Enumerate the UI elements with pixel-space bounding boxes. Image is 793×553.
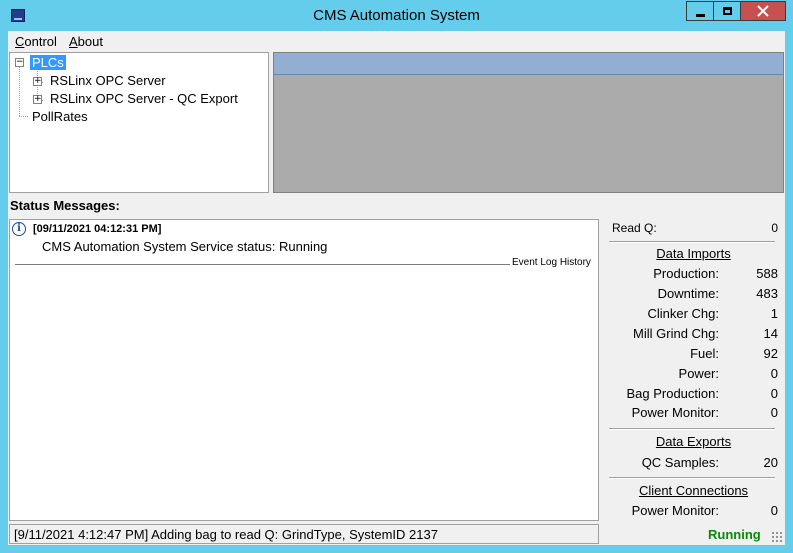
data-imports-heading: Data Imports	[656, 246, 731, 261]
tree-node-rslinx-opc[interactable]: + RSLinx OPC Server	[10, 73, 268, 90]
tree-node-rslinx-qc-export[interactable]: + RSLinx OPC Server - QC Export	[10, 91, 268, 108]
stat-label: Power Monitor:	[631, 405, 719, 420]
stat-label: Production:	[653, 266, 719, 281]
data-exports-heading: Data Exports	[655, 434, 732, 449]
stat-row-client-power-monitor: Power Monitor: 0	[606, 503, 781, 520]
status-bar: [9/11/2021 4:12:47 PM] Adding bag to rea…	[8, 523, 785, 545]
menu-control-label: ontrol	[24, 34, 57, 49]
stat-row-downtime: Downtime: 483	[606, 286, 781, 303]
close-button[interactable]	[740, 1, 786, 21]
maximize-button[interactable]	[713, 1, 741, 21]
stat-value: 0	[770, 386, 778, 401]
stat-label: Bag Production:	[626, 386, 719, 401]
status-messages-list[interactable]: i [09/11/2021 04:12:31 PM] CMS Automatio…	[9, 219, 599, 521]
title-bar[interactable]: CMS Automation System	[0, 0, 793, 32]
stat-label: Fuel:	[690, 346, 719, 361]
menu-control[interactable]: Control	[15, 34, 57, 49]
stat-row-power-monitor: Power Monitor: 0	[606, 405, 781, 422]
stat-label: QC Samples:	[641, 455, 719, 470]
close-icon	[757, 5, 769, 17]
info-icon: i	[12, 222, 26, 236]
stat-row-clinker-chg: Clinker Chg: 1	[606, 306, 781, 323]
app-window: CMS Automation System Control About − PL…	[0, 0, 793, 553]
event-log-history-label: Event Log History	[512, 257, 591, 268]
menu-about[interactable]: About	[69, 34, 103, 49]
client-area: Control About − PLCs + RSLinx OPC Server…	[8, 31, 785, 545]
stat-value: 483	[756, 286, 778, 301]
status-messages-heading: Status Messages:	[10, 198, 120, 213]
tree-node-pollrates[interactable]: PollRates	[10, 109, 268, 126]
stat-value: 0	[770, 503, 778, 518]
detail-panel-header	[274, 53, 783, 75]
stat-label: Downtime:	[657, 286, 719, 301]
minimize-button[interactable]	[686, 1, 714, 21]
detail-panel	[273, 52, 784, 193]
divider	[609, 477, 775, 479]
menu-about-label: bout	[77, 34, 103, 49]
stat-row-bag-production: Bag Production: 0	[606, 386, 781, 403]
tree-node-label[interactable]: PLCs	[30, 55, 66, 70]
stat-value: 1	[770, 306, 778, 321]
menu-bar: Control About	[8, 31, 785, 51]
service-state-label: Running	[708, 527, 761, 542]
client-connections-heading: Client Connections	[638, 483, 749, 498]
tree-node-plcs[interactable]: − PLCs	[10, 55, 268, 72]
read-q-label: Read Q:	[612, 221, 657, 235]
message-text: CMS Automation System Service status: Ru…	[42, 239, 328, 254]
divider	[609, 241, 775, 243]
stat-label: Power Monitor:	[631, 503, 719, 518]
stat-label: Clinker Chg:	[647, 306, 719, 321]
read-q-row: Read Q: 0	[606, 221, 781, 238]
stat-row-fuel: Fuel: 92	[606, 346, 781, 363]
window-title: CMS Automation System	[313, 7, 480, 24]
tree-node-label[interactable]: RSLinx OPC Server	[48, 73, 168, 88]
stat-row-production: Production: 588	[606, 266, 781, 283]
divider	[609, 428, 775, 430]
stat-value: 588	[756, 266, 778, 281]
stat-value: 20	[763, 455, 778, 470]
expand-icon[interactable]: +	[33, 95, 42, 104]
status-bar-message: [9/11/2021 4:12:47 PM] Adding bag to rea…	[9, 524, 599, 544]
stat-label: Power:	[678, 366, 719, 381]
event-log-divider	[15, 264, 510, 265]
read-q-value: 0	[771, 221, 778, 235]
stat-value: 0	[770, 366, 778, 381]
maximize-icon	[722, 7, 732, 15]
message-timestamp: [09/11/2021 04:12:31 PM]	[33, 223, 162, 235]
stat-value: 14	[763, 326, 778, 341]
menu-control-mnemonic: C	[15, 34, 25, 49]
resize-grip-icon[interactable]	[771, 531, 783, 543]
menu-about-mnemonic: A	[69, 34, 78, 49]
expand-icon[interactable]: +	[33, 77, 42, 86]
minimize-icon	[695, 13, 705, 17]
stat-label: Mill Grind Chg:	[633, 326, 719, 341]
stat-row-power: Power: 0	[606, 366, 781, 383]
stat-row-qc-samples: QC Samples: 20	[606, 455, 781, 472]
stats-panel: Read Q: 0 Data Imports Production: 588 D…	[606, 219, 785, 521]
collapse-icon[interactable]: −	[15, 58, 24, 67]
tree-node-label[interactable]: PollRates	[30, 109, 90, 124]
stat-value: 0	[770, 405, 778, 420]
plc-tree-view[interactable]: − PLCs + RSLinx OPC Server + RSLinx OPC …	[9, 52, 269, 193]
stat-value: 92	[763, 346, 778, 361]
tree-node-label[interactable]: RSLinx OPC Server - QC Export	[48, 91, 240, 106]
stat-row-mill-grind-chg: Mill Grind Chg: 14	[606, 326, 781, 343]
